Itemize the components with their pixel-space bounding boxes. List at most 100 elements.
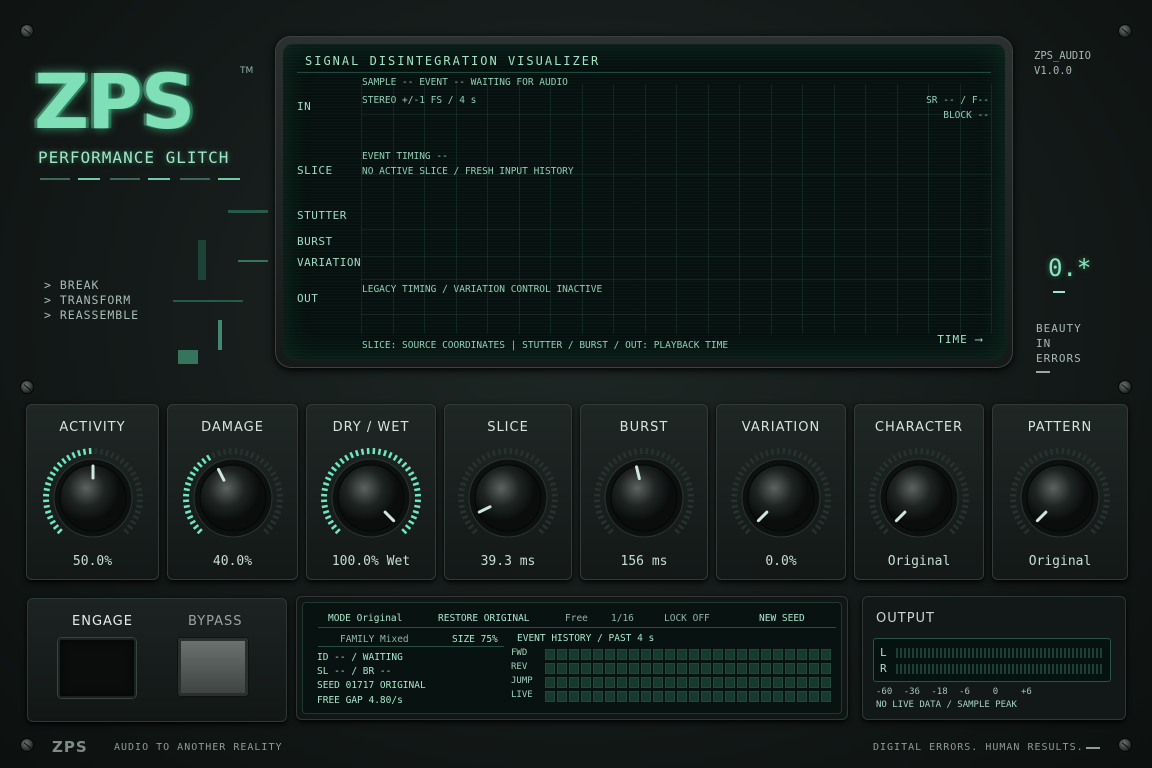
rotary-knob[interactable]	[456, 446, 560, 550]
history-cell	[629, 649, 639, 660]
level-tick	[471, 528, 478, 535]
lane-slice: SLICE	[297, 164, 333, 177]
level-tick	[770, 448, 775, 455]
history-cell	[797, 691, 807, 702]
level-tick	[1010, 504, 1017, 509]
history-cell	[677, 677, 687, 688]
free-toggle[interactable]: Free	[565, 613, 588, 624]
level-tick	[1016, 471, 1023, 477]
lock-toggle[interactable]: LOCK OFF	[664, 613, 710, 624]
level-tick-lit	[200, 457, 207, 465]
level-tick	[249, 451, 255, 459]
level-tick	[820, 514, 828, 520]
level-tick-lit	[49, 471, 56, 477]
engage-label: ENGAGE	[72, 614, 133, 629]
division-selector[interactable]: 1/16	[611, 613, 634, 624]
history-cell	[581, 649, 591, 660]
meter-scale: -60 -36 -18 -6 0 +6	[876, 687, 1032, 697]
level-tick-lit	[186, 476, 193, 482]
history-cell	[641, 691, 651, 702]
level-tick	[824, 504, 831, 509]
level-tick	[677, 466, 685, 472]
level-tick-lit	[186, 514, 193, 520]
level-tick-lit	[404, 466, 412, 472]
history-cell	[593, 649, 603, 660]
level-tick-lit	[56, 528, 63, 535]
level-tick	[134, 509, 141, 515]
level-tick	[1099, 476, 1107, 482]
new-seed-button[interactable]: NEW SEED	[759, 613, 805, 624]
level-tick-lit	[324, 476, 332, 482]
level-tick	[458, 504, 465, 509]
restore-original-button[interactable]: RESTORE ORIGINAL	[438, 613, 530, 624]
level-tick	[935, 451, 941, 459]
history-cell	[629, 663, 639, 674]
history-cell	[725, 649, 735, 660]
level-tick	[497, 448, 502, 455]
size-selector[interactable]: SIZE 75%	[452, 634, 498, 645]
history-cell	[593, 691, 603, 702]
history-cell	[701, 677, 711, 688]
mode-selector[interactable]: MODE Original	[328, 613, 402, 624]
level-tick	[958, 476, 966, 482]
rotary-knob[interactable]	[181, 446, 285, 550]
level-tick-lit	[344, 454, 350, 461]
rotary-knob[interactable]	[729, 446, 833, 550]
level-tick	[459, 481, 467, 487]
level-tick	[807, 457, 813, 465]
level-tick-lit	[321, 504, 328, 509]
level-tick-lit	[52, 466, 59, 472]
level-tick	[524, 451, 530, 459]
zero-glyph: 0.*	[1048, 254, 1092, 282]
lane-burst: BURST	[297, 235, 333, 248]
level-tick	[210, 451, 216, 459]
level-tick	[674, 461, 681, 468]
history-cell	[677, 649, 687, 660]
level-tick	[734, 514, 742, 520]
rotary-knob[interactable]	[319, 446, 423, 550]
level-tick	[547, 476, 555, 482]
family-selector[interactable]: FAMILY Mixed	[340, 634, 409, 645]
knob-label: DAMAGE	[201, 420, 264, 435]
level-tick	[962, 487, 969, 492]
level-tick	[114, 454, 120, 461]
knob-label: VARIATION	[741, 420, 821, 435]
level-tick-lit	[46, 476, 53, 482]
trademark: TM	[240, 66, 254, 76]
level-tick	[660, 451, 666, 459]
glitch-decoration	[168, 200, 278, 380]
level-tick	[687, 504, 694, 509]
history-cell	[809, 663, 819, 674]
history-cell	[653, 691, 663, 702]
level-tick	[1043, 449, 1049, 457]
time-axis-label: TIME ⟶	[937, 333, 983, 346]
level-tick	[787, 448, 792, 455]
level-tick	[135, 504, 142, 509]
level-tick	[607, 461, 614, 468]
level-tick-lit	[412, 481, 420, 487]
history-cell	[665, 691, 675, 702]
bypass-button[interactable]	[178, 638, 248, 696]
screw-icon	[1118, 738, 1132, 752]
level-tick	[960, 481, 968, 487]
history-cell	[773, 649, 783, 660]
level-tick	[464, 519, 471, 525]
rotary-knob[interactable]	[592, 446, 696, 550]
knob-value: 0.0%	[765, 554, 797, 569]
level-tick	[239, 448, 243, 455]
level-tick	[1023, 461, 1030, 468]
level-tick	[99, 448, 103, 455]
level-tick	[665, 454, 671, 461]
history-cell	[773, 663, 783, 674]
rotary-knob[interactable]	[1008, 446, 1112, 550]
level-tick-lit	[382, 449, 388, 457]
level-tick	[737, 519, 744, 525]
knob-value: 39.3 ms	[480, 554, 536, 569]
rotary-knob[interactable]	[867, 446, 971, 550]
level-tick	[603, 466, 611, 472]
level-tick	[811, 461, 818, 468]
rotary-knob[interactable]	[41, 446, 145, 550]
level-tick	[600, 471, 607, 477]
engage-button[interactable]	[58, 638, 136, 698]
level-tick	[897, 451, 903, 459]
